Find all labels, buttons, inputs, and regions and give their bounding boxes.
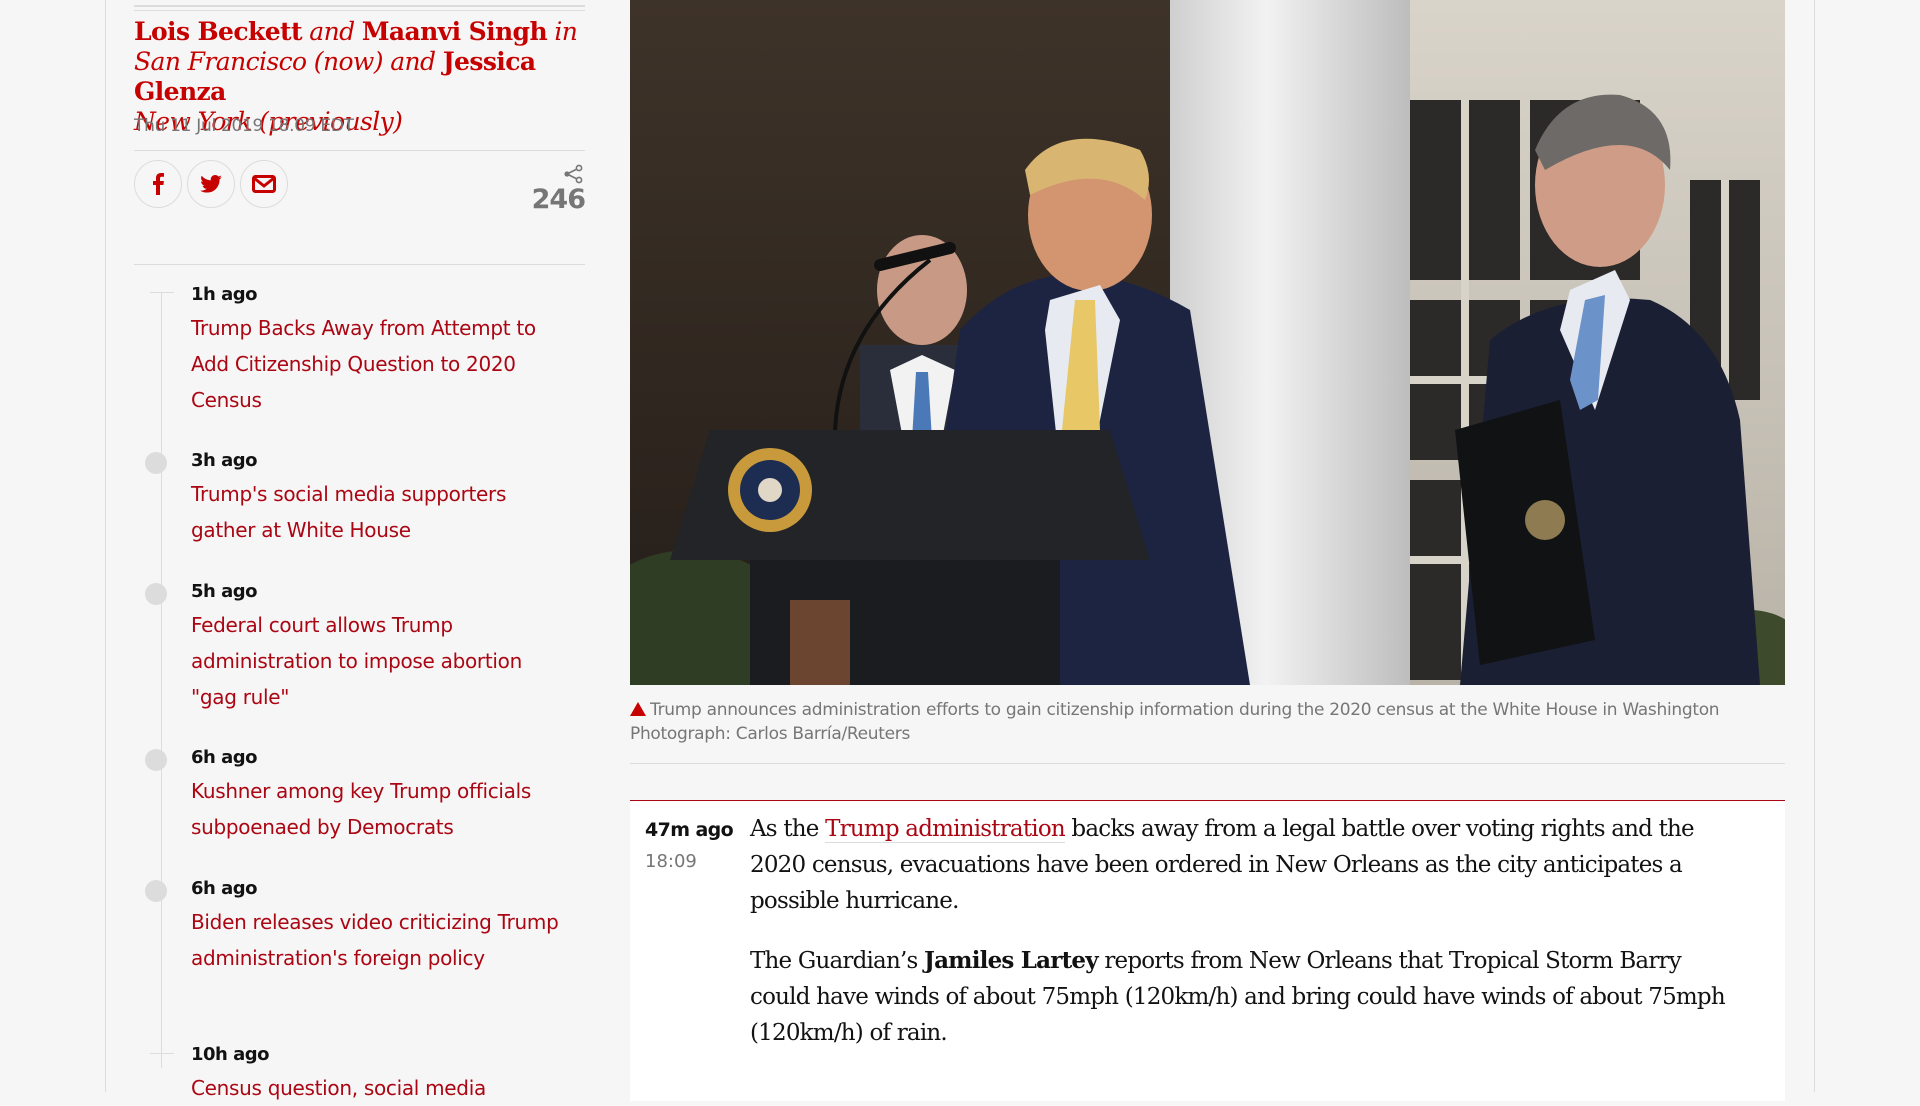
author-link[interactable]: Maanvi Singh: [362, 17, 548, 46]
timeline-item[interactable]: 1h ago Trump Backs Away from Attempt to …: [191, 280, 571, 418]
page-border-left: [105, 0, 106, 1092]
timeline-link[interactable]: Federal court allows Trump administratio…: [191, 607, 571, 715]
timeline-cap: [150, 1053, 174, 1054]
timeline-dot: [145, 749, 167, 771]
hero-image: [630, 0, 1785, 685]
page-border-right: [1814, 0, 1815, 1092]
timeline-item[interactable]: 3h ago Trump's social media supporters g…: [145, 446, 571, 548]
byline-conjunction: and: [309, 17, 355, 46]
email-icon: [252, 175, 276, 193]
share-buttons: [134, 160, 288, 208]
timeline-item[interactable]: 10h ago Census question, social media: [191, 1040, 571, 1106]
timeline-dot: [145, 583, 167, 605]
reporter-name: Jamiles Lartey: [924, 947, 1099, 974]
timeline-link[interactable]: Biden releases video criticizing Trump a…: [191, 904, 571, 976]
divider: [134, 264, 585, 265]
timeline-time: 5h ago: [191, 581, 258, 602]
timeline-link[interactable]: Census question, social media: [191, 1070, 571, 1106]
block-body: As the Trump administration backs away f…: [750, 811, 1740, 1075]
caption-credit: Photograph: Carlos Barría/Reuters: [630, 724, 911, 744]
timeline-dot: [145, 452, 167, 474]
byline-conjunction: and: [390, 47, 436, 76]
divider: [630, 763, 1785, 764]
timeline-link[interactable]: Trump Backs Away from Attempt to Add Cit…: [191, 310, 571, 418]
share-count-value: 246: [531, 184, 586, 215]
block-timestamp: 18:09: [645, 851, 697, 872]
share-icon: [564, 164, 583, 184]
block-paragraph: As the Trump administration backs away f…: [750, 811, 1740, 919]
author-link[interactable]: Lois Beckett: [134, 17, 303, 46]
block-paragraph: The Guardian’s Jamiles Lartey reports fr…: [750, 943, 1740, 1051]
share-twitter-button[interactable]: [187, 160, 235, 208]
live-blog-block: 47m ago 18:09 As the Trump administratio…: [630, 800, 1785, 1101]
image-caption: Trump announces administration efforts t…: [630, 698, 1785, 746]
dateline: Thu 11 Jul 2019 18.09 EDT: [134, 116, 354, 136]
timeline-time: 1h ago: [191, 284, 258, 305]
share-facebook-button[interactable]: [134, 160, 182, 208]
timeline-link[interactable]: Trump's social media supporters gather a…: [191, 476, 571, 548]
share-count: 246: [531, 162, 586, 215]
top-rule: [134, 5, 585, 7]
timeline-item[interactable]: 5h ago Federal court allows Trump admini…: [145, 577, 571, 715]
paragraph-text: The Guardian’s: [750, 948, 924, 974]
facebook-icon: [153, 173, 164, 195]
caption-text: Trump announces administration efforts t…: [650, 700, 1720, 720]
timeline-time: 3h ago: [191, 450, 258, 471]
timeline-cap: [150, 292, 174, 293]
twitter-icon: [200, 175, 222, 193]
timeline-item[interactable]: 6h ago Kushner among key Trump officials…: [145, 743, 571, 845]
block-relative-time[interactable]: 47m ago: [645, 815, 735, 845]
timeline-time: 6h ago: [191, 878, 258, 899]
block-meta: 47m ago 18:09: [645, 815, 735, 879]
timeline-link[interactable]: Kushner among key Trump officials subpoe…: [191, 773, 571, 845]
share-email-button[interactable]: [240, 160, 288, 208]
timeline-time: 10h ago: [191, 1044, 270, 1065]
trump-administration-link[interactable]: Trump administration: [825, 816, 1066, 843]
hero-photo-illustration: [630, 0, 1785, 685]
top-rule: [134, 10, 585, 11]
divider: [134, 150, 585, 151]
timeline-item[interactable]: 6h ago Biden releases video criticizing …: [145, 874, 571, 976]
timeline-line: [161, 292, 162, 1068]
timeline-dot: [145, 880, 167, 902]
paragraph-text: As the: [750, 816, 826, 842]
triangle-up-icon: [630, 702, 646, 716]
timeline-time: 6h ago: [191, 747, 258, 768]
